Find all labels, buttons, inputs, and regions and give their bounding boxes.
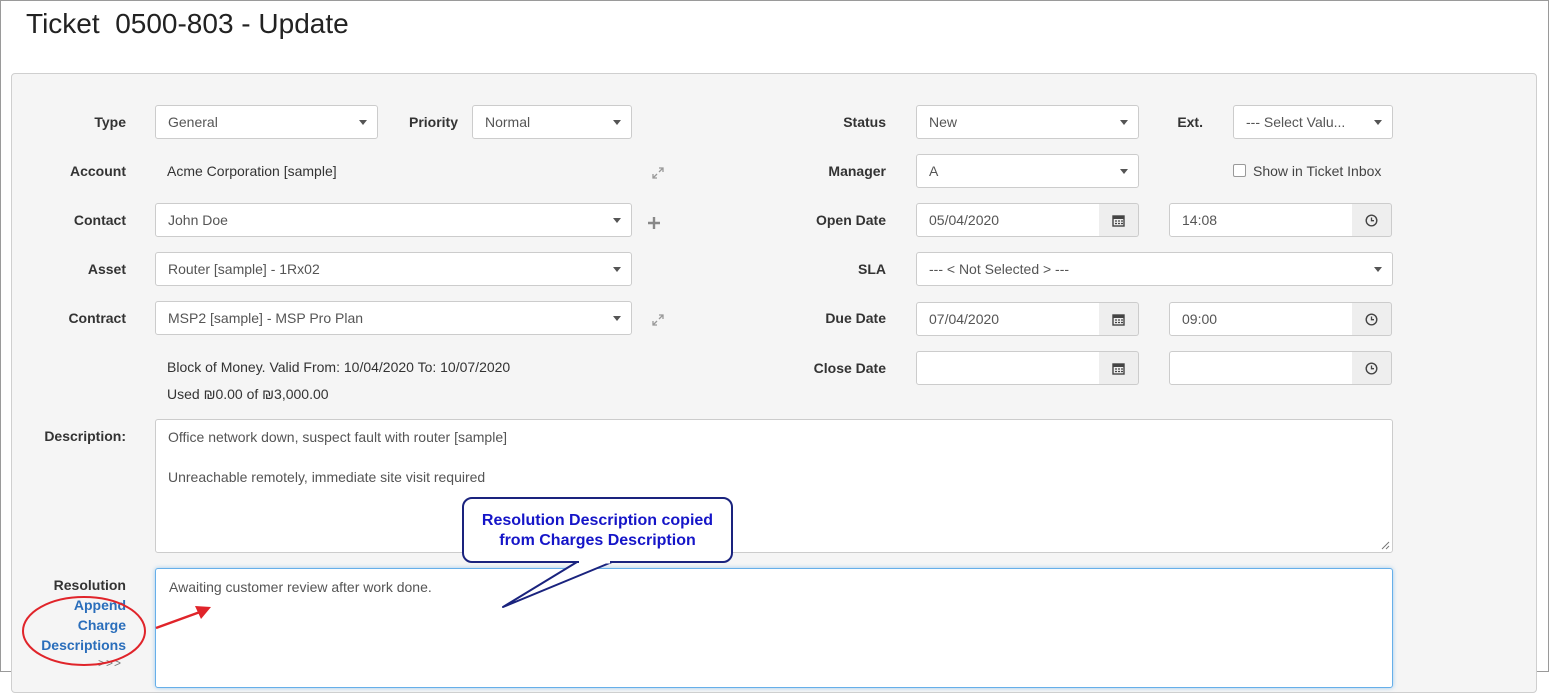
- calendar-icon: [1112, 313, 1125, 326]
- callout-line: Resolution Description copied: [481, 512, 714, 529]
- open-date-calendar-button[interactable]: [1099, 203, 1139, 237]
- contract-label: Contract: [68, 310, 126, 326]
- description-line: Unreachable remotely, immediate site vis…: [168, 469, 486, 485]
- contract-used-text: Used ₪0.00 of ₪3,000.00: [167, 386, 329, 402]
- open-date-label: Open Date: [815, 212, 886, 228]
- clock-icon: [1365, 361, 1378, 375]
- sla-label: SLA: [858, 261, 886, 277]
- due-time-input[interactable]: 09:00: [1169, 302, 1353, 336]
- close-time-clock-button[interactable]: [1352, 351, 1392, 385]
- close-time-input[interactable]: [1169, 351, 1353, 385]
- expand-icon[interactable]: [652, 167, 664, 179]
- asset-label: Asset: [87, 261, 126, 277]
- calendar-icon: [1112, 214, 1125, 227]
- type-label: Type: [94, 114, 126, 130]
- contract-select[interactable]: MSP2 [sample] - MSP Pro Plan: [155, 301, 632, 335]
- calendar-icon: [1112, 362, 1125, 375]
- expand-icon[interactable]: [652, 314, 664, 326]
- contact-select[interactable]: John Doe: [155, 203, 632, 237]
- open-time-input[interactable]: 14:08: [1169, 203, 1353, 237]
- link-line: Descriptions: [41, 637, 126, 653]
- close-date-calendar-button[interactable]: [1099, 351, 1139, 385]
- priority-select[interactable]: Normal: [472, 105, 632, 139]
- description-label: Description:: [44, 428, 126, 444]
- callout-line: from Charges Description: [499, 532, 696, 549]
- status-select[interactable]: New: [916, 105, 1139, 139]
- contract-info-text: Block of Money. Valid From: 10/04/2020 T…: [167, 359, 511, 375]
- ext-label: Ext.: [1177, 114, 1203, 130]
- account-label: Account: [70, 163, 126, 179]
- close-date-label: Close Date: [813, 360, 886, 376]
- account-value: Acme Corporation [sample]: [167, 163, 337, 179]
- page-title: Ticket 0500-803 - Update: [26, 8, 349, 39]
- manager-select[interactable]: A: [916, 154, 1139, 188]
- resolution-label: Resolution: [53, 577, 126, 593]
- close-date-input[interactable]: [916, 351, 1100, 385]
- link-line: Append: [73, 597, 126, 613]
- open-time-clock-button[interactable]: [1352, 203, 1392, 237]
- contact-label: Contact: [73, 212, 126, 228]
- clock-icon: [1365, 213, 1378, 227]
- show-in-inbox-checkbox[interactable]: [1233, 164, 1246, 177]
- plus-icon[interactable]: [647, 216, 661, 230]
- more-link[interactable]: >>>: [98, 656, 122, 670]
- append-charge-descriptions-link[interactable]: Append Charge Descriptions: [20, 595, 126, 655]
- link-line: Charge: [77, 617, 126, 633]
- show-in-inbox-label: Show in Ticket Inbox: [1253, 163, 1382, 179]
- description-line: Office network down, suspect fault with …: [168, 429, 508, 445]
- clock-icon: [1365, 312, 1378, 326]
- description-line: [168, 447, 1380, 467]
- ext-select[interactable]: --- Select Valu...: [1233, 105, 1393, 139]
- due-time-clock-button[interactable]: [1352, 302, 1392, 336]
- resolution-textarea[interactable]: Awaiting customer review after work done…: [155, 568, 1393, 688]
- resize-handle-icon[interactable]: [1381, 541, 1390, 550]
- description-textarea[interactable]: Office network down, suspect fault with …: [155, 419, 1393, 553]
- asset-select[interactable]: Router [sample] - 1Rx02: [155, 252, 632, 286]
- sla-select[interactable]: --- < Not Selected > ---: [916, 252, 1393, 286]
- due-date-label: Due Date: [825, 310, 886, 326]
- annotation-callout: Resolution Description copied from Charg…: [462, 497, 733, 563]
- due-date-calendar-button[interactable]: [1099, 302, 1139, 336]
- due-date-input[interactable]: 07/04/2020: [916, 302, 1100, 336]
- open-date-input[interactable]: 05/04/2020: [916, 203, 1100, 237]
- status-label: Status: [843, 114, 886, 130]
- type-select[interactable]: General: [155, 105, 378, 139]
- resolution-text: Awaiting customer review after work done…: [169, 579, 432, 595]
- manager-label: Manager: [828, 163, 886, 179]
- priority-label: Priority: [408, 114, 458, 130]
